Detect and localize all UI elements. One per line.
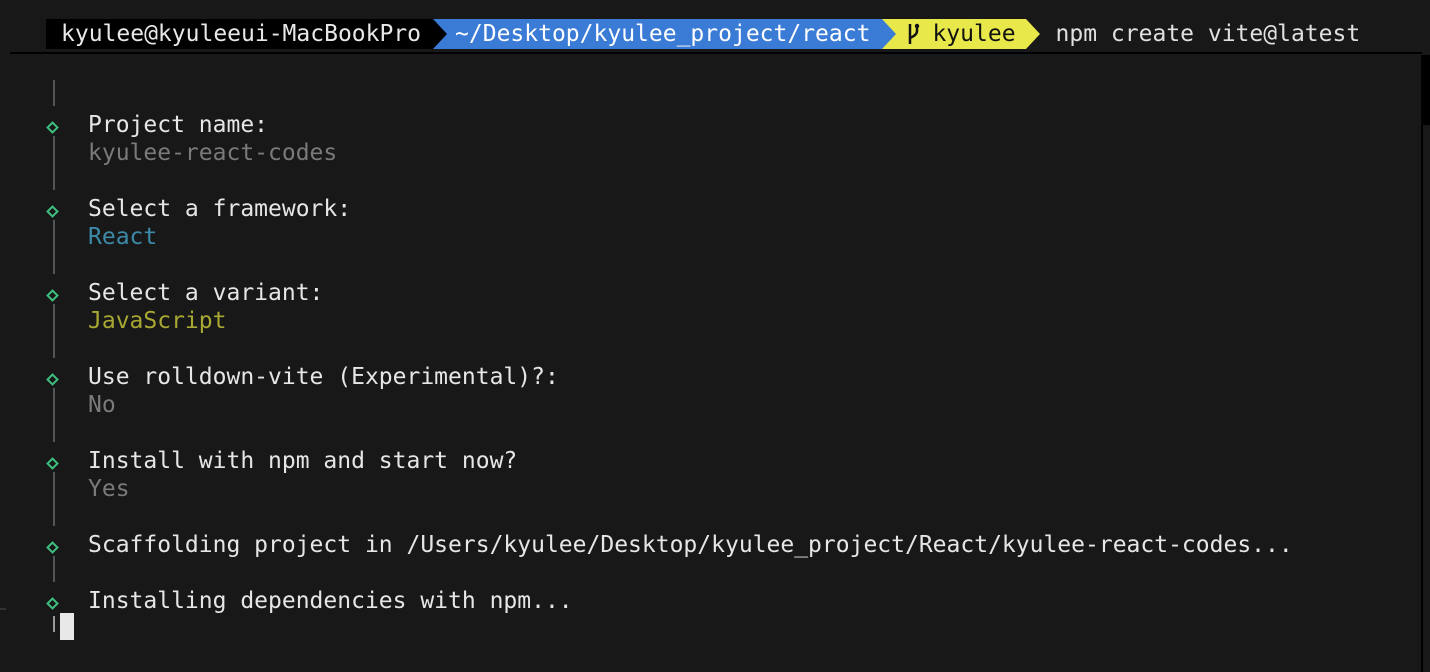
prompt-command: npm create vite@latest [1055, 21, 1361, 47]
step-label: Project name: [88, 112, 269, 138]
guide-line [53, 80, 55, 106]
guide-line [53, 220, 55, 274]
scrollbar[interactable] [1422, 55, 1430, 125]
step-label: Install with npm and start now? [88, 448, 518, 474]
step-value: JavaScript [88, 308, 227, 334]
step-value: React [88, 224, 158, 250]
guide-line [53, 304, 55, 358]
prompt-user-host-segment: kyulee@kyuleeui-MacBookPro [46, 19, 448, 49]
step-value: Yes [88, 476, 130, 502]
prompt-directory: ~/Desktop/kyulee_project/react [455, 21, 871, 47]
guide-line [53, 388, 55, 442]
guide-line [53, 472, 55, 526]
powerline-arrow [433, 19, 448, 49]
step-value: No [88, 392, 116, 418]
diamond-icon [46, 457, 59, 470]
prompt-git-segment: kyulee [882, 19, 1040, 49]
powerline-arrow [882, 19, 897, 49]
diamond-icon [46, 597, 59, 610]
guide-line [53, 136, 55, 190]
step-label: Use rolldown-vite (Experimental)?: [88, 364, 559, 390]
diamond-icon [46, 289, 59, 302]
git-branch-icon [909, 23, 920, 44]
step-label: Scaffolding project in /Users/kyulee/Des… [88, 532, 1293, 558]
pane-edge [1421, 55, 1423, 672]
terminal-window[interactable]: kyulee@kyuleeui-MacBookPro ~/Desktop/kyu… [0, 0, 1430, 672]
step-label: Select a framework: [88, 196, 352, 222]
prompt-directory-segment: ~/Desktop/kyulee_project/react [433, 19, 897, 49]
diamond-icon [46, 373, 59, 386]
terminal-cursor[interactable] [60, 613, 74, 640]
step-value: kyulee-react-codes [88, 140, 338, 166]
diamond-icon [46, 205, 59, 218]
step-label: Select a variant: [88, 280, 324, 306]
step-label: Installing dependencies with npm... [88, 588, 573, 614]
pane-edge-marker [0, 608, 6, 610]
powerline-arrow [1025, 19, 1040, 49]
guide-line [53, 616, 55, 632]
prompt-divider [10, 52, 1422, 54]
prompt-user-host: kyulee@kyuleeui-MacBookPro [61, 21, 422, 47]
prompt-git-branch: kyulee [932, 21, 1016, 47]
diamond-icon [46, 121, 59, 134]
diamond-icon [46, 541, 59, 554]
guide-line [53, 556, 55, 582]
shell-prompt: kyulee@kyuleeui-MacBookPro ~/Desktop/kyu… [46, 19, 1360, 49]
